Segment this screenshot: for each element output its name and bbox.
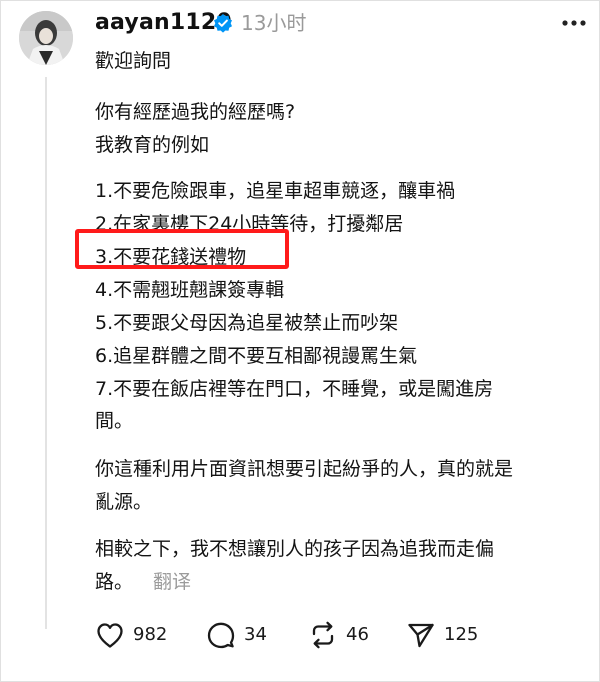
post-text-line: 你有經歷過我的經歷嗎? (95, 101, 296, 123)
post-text-line: 間。 (95, 410, 134, 432)
post-text-line: 相較之下，我不想讓別人的孩子因為追我而走偏 (95, 538, 495, 560)
repost-icon (312, 621, 334, 649)
highlight-annotation (75, 229, 289, 269)
post-text-line: 4.不需翹班翹課簽專輯 (95, 279, 285, 301)
post-text-line: 亂源。 (95, 491, 153, 513)
comment-count: 34 (244, 624, 267, 645)
repost-count: 46 (346, 624, 369, 645)
post-text-line: 5.不要跟父母因為追星被禁止而吵架 (95, 312, 399, 334)
post-text-line: 我教育的例如 (95, 134, 210, 156)
username[interactable]: aayan1120 (95, 9, 232, 37)
send-icon (408, 623, 434, 648)
more-options-icon[interactable] (561, 19, 587, 27)
post-text-line: 你這種利用片面資訊想要引起紛爭的人，真的就是 (95, 458, 514, 480)
avatar[interactable] (19, 11, 73, 65)
like-count: 982 (133, 624, 168, 645)
comment-button[interactable]: 34 (206, 620, 267, 650)
thread-line (45, 77, 47, 629)
post-text-line: 6.追星群體之間不要互相鄙視謾罵生氣 (95, 345, 418, 367)
translate-link[interactable]: 翻译 (153, 569, 191, 595)
post-text-line: 路。 (95, 571, 134, 593)
post-text-line: 1.不要危險跟車，追星車超車競逐，釀車禍 (95, 180, 456, 202)
share-count: 125 (444, 624, 479, 645)
like-button[interactable]: 982 (95, 620, 167, 650)
post-text-line: 歡迎詢問 (95, 50, 172, 72)
timestamp: 13小时 (241, 11, 307, 35)
repost-button[interactable]: 46 (308, 620, 369, 650)
share-button[interactable]: 125 (406, 620, 478, 650)
verified-badge-icon (214, 14, 232, 33)
comment-bubble-icon (207, 622, 235, 649)
heart-icon (97, 623, 123, 648)
post-text-line: 7.不要在飯店裡等在門口，不睡覺，或是闖進房 (95, 378, 494, 400)
post-card: aayan1120 13小时 歡迎詢問 你有經歷過我的經歷嗎? 我教育的例如 1… (0, 0, 600, 682)
